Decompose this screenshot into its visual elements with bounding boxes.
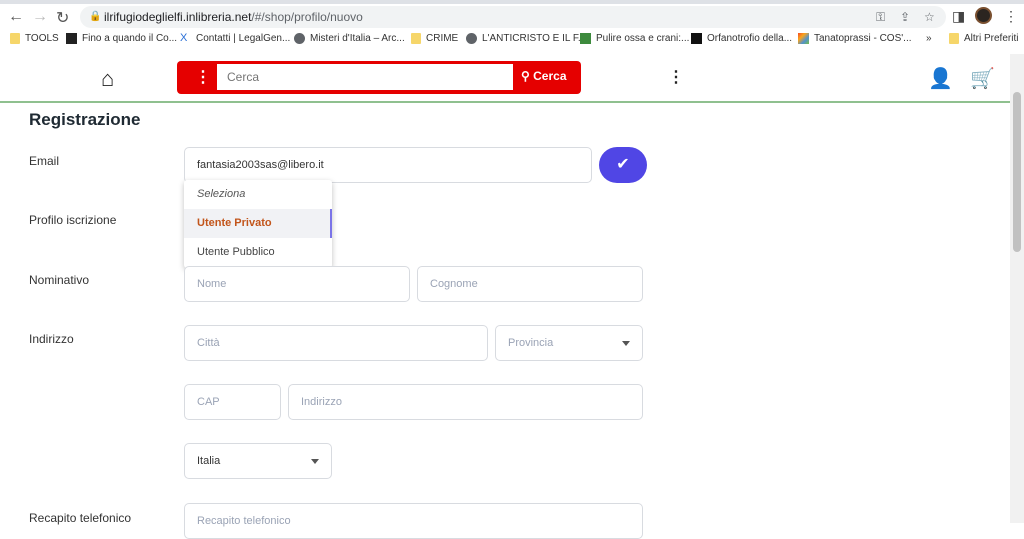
category-menu-icon[interactable]: ⋮ xyxy=(195,67,211,87)
bookmark-label: Contatti | LegalGen... xyxy=(196,33,291,44)
option-utente-pubblico[interactable]: Utente Pubblico xyxy=(184,238,332,267)
joomla-icon xyxy=(798,33,809,44)
bookmark-0[interactable]: TOOLS xyxy=(10,33,59,44)
back-icon[interactable]: ← xyxy=(8,8,24,26)
share-icon[interactable]: ⇪ xyxy=(900,6,910,28)
url-path: /#/shop/profilo/nuovo xyxy=(251,10,363,24)
user-icon[interactable]: 👤 xyxy=(928,66,953,91)
city-field[interactable]: Città xyxy=(184,325,488,361)
more-bookmarks-button[interactable]: » xyxy=(926,33,932,44)
site-icon xyxy=(580,33,591,44)
profile-dropdown: Seleziona Utente Privato Utente Pubblico xyxy=(184,180,332,268)
surname-field[interactable]: Cognome xyxy=(417,266,643,302)
bookmark-5[interactable]: L'ANTICRISTO E IL F... xyxy=(466,33,586,44)
option-utente-privato[interactable]: Utente Privato xyxy=(184,209,332,238)
bookmark-3[interactable]: Misteri d'Italia – Arc... xyxy=(294,33,405,44)
bookmark-label: Tanatoprassi - COS'... xyxy=(814,33,912,44)
profile-label: Profilo iscrizione xyxy=(29,213,117,227)
more-menu-icon[interactable]: ⋮ xyxy=(668,67,684,87)
search-input[interactable] xyxy=(217,64,513,90)
forward-icon[interactable]: → xyxy=(32,8,48,26)
caret-down-icon xyxy=(311,459,319,464)
star-icon[interactable]: ☆ xyxy=(924,6,935,28)
lock-icon: 🔒 xyxy=(89,11,102,22)
search-button-label: Cerca xyxy=(533,69,567,83)
bookmark-label: TOOLS xyxy=(25,33,59,44)
bookmark-label: Pulire ossa e crani:... xyxy=(596,33,690,44)
bookmark-7[interactable]: Orfanotrofio della... xyxy=(691,33,792,44)
search-icon: ⚲ xyxy=(521,69,530,83)
bookmark-label: L'ANTICRISTO E IL F... xyxy=(482,33,587,44)
check-icon: ✔ xyxy=(616,156,630,173)
dna-icon: X xyxy=(180,32,188,44)
email-field[interactable]: fantasia2003sas@libero.it xyxy=(184,147,592,183)
scrollbar-thumb[interactable] xyxy=(1013,92,1021,252)
bookmark-label: CRIME xyxy=(426,33,459,44)
caret-down-icon xyxy=(622,341,630,346)
province-value: Provincia xyxy=(508,337,554,349)
folder-icon xyxy=(949,33,959,44)
verify-email-button[interactable]: ✔ xyxy=(599,147,647,183)
page-title: Registrazione xyxy=(29,110,141,129)
bookmark-4[interactable]: CRIME xyxy=(411,33,458,44)
site-header: ⌂ ⋮ ⚲ Cerca ⋮ 👤 🛒 xyxy=(0,54,1010,103)
cap-field[interactable]: CAP xyxy=(184,384,281,420)
bookmark-label: Orfanotrofio della... xyxy=(707,33,793,44)
home-icon[interactable]: ⌂ xyxy=(101,66,114,92)
bookmark-2[interactable]: X Contatti | LegalGen... xyxy=(180,32,291,45)
address-bar[interactable]: 🔒 ilrifugiodeglielfi.inlibreria.net/#/sh… xyxy=(80,6,946,28)
province-select[interactable]: Provincia xyxy=(495,325,643,361)
bookmark-8[interactable]: Tanatoprassi - COS'... xyxy=(798,33,912,44)
country-select[interactable]: Italia xyxy=(184,443,332,479)
country-value: Italia xyxy=(197,455,221,467)
menu-icon[interactable]: ⋮ xyxy=(1004,8,1018,25)
folder-icon xyxy=(411,33,421,44)
name-label: Nominativo xyxy=(29,273,90,287)
cart-icon[interactable]: 🛒 xyxy=(970,66,995,91)
first-name-field[interactable]: Nome xyxy=(184,266,410,302)
bookmark-label: Fino a quando il Co... xyxy=(82,33,178,44)
globe-icon xyxy=(466,33,477,44)
reload-icon[interactable]: ↻ xyxy=(56,8,69,28)
address-label: Indirizzo xyxy=(29,332,74,346)
street-field[interactable]: Indirizzo xyxy=(288,384,643,420)
other-bookmarks[interactable]: Altri Preferiti xyxy=(949,33,1018,44)
key-icon[interactable]: ⚿ xyxy=(876,6,885,28)
phone-field[interactable]: Recapito telefonico xyxy=(184,503,643,539)
bookmark-label: Misteri d'Italia – Arc... xyxy=(310,33,405,44)
sidepanel-icon[interactable]: ◨ xyxy=(952,8,965,25)
search-button[interactable]: ⚲ Cerca xyxy=(521,69,567,83)
email-label: Email xyxy=(29,154,60,168)
bookmark-label: Altri Preferiti xyxy=(964,33,1019,44)
browser-chrome: ← → ↻ 🔒 ilrifugiodeglielfi.inlibreria.ne… xyxy=(0,0,1024,54)
folder-icon xyxy=(10,33,20,44)
bookmark-6[interactable]: Pulire ossa e crani:... xyxy=(580,33,689,44)
bookmark-1[interactable]: Fino a quando il Co... xyxy=(66,33,177,44)
search-bar: ⋮ ⚲ Cerca xyxy=(177,61,581,94)
globe-icon xyxy=(294,33,305,44)
tab-strip xyxy=(0,0,1024,4)
site-icon xyxy=(691,33,702,44)
site-icon xyxy=(66,33,77,44)
url-host: ilrifugiodeglielfi.inlibreria.net xyxy=(104,10,252,24)
profile-avatar[interactable] xyxy=(975,7,992,24)
scrollbar[interactable] xyxy=(1010,54,1024,523)
option-seleziona[interactable]: Seleziona xyxy=(184,180,332,209)
